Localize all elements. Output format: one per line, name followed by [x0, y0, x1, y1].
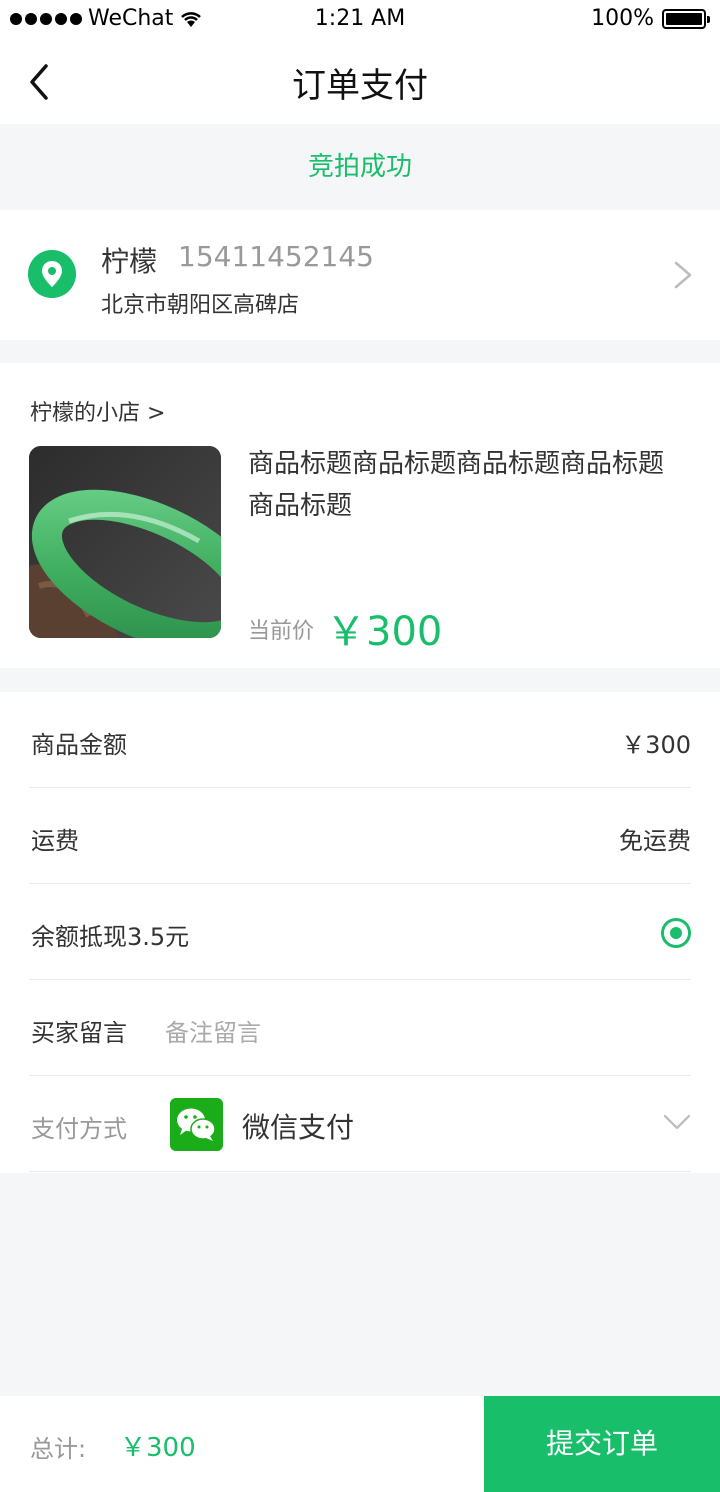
location-icon [28, 250, 76, 298]
current-price: ￥300 [326, 609, 443, 655]
battery-percent: 100% [591, 6, 654, 31]
payment-method: 微信支付 [242, 1111, 355, 1144]
shipping-value: 免运费 [619, 827, 691, 855]
amount-row: 商品金额 ￥300 [29, 692, 691, 788]
remark-input[interactable]: 备注留言 [165, 1013, 261, 1048]
shipping-label: 运费 [31, 827, 79, 855]
status-right: 100% [591, 6, 710, 31]
payment-row[interactable]: 支付方式 微信支付 [29, 1076, 691, 1172]
remark-label: 买家留言 [31, 1019, 127, 1047]
amount-label: 商品金额 [31, 731, 127, 759]
total-value: ￥300 [120, 1433, 196, 1463]
price-label: 当前价 [248, 619, 315, 644]
balance-radio[interactable] [661, 918, 691, 948]
recipient-name: 柠檬 [101, 245, 158, 278]
payment-label: 支付方式 [31, 1115, 127, 1143]
balance-row[interactable]: 余额抵现3.5元 [29, 884, 691, 980]
battery-icon [662, 8, 710, 29]
address-card[interactable]: 柠檬 15411452145 北京市朝阳区高碑店 [0, 210, 720, 340]
shop-link[interactable]: 柠檬的小店 > [30, 395, 165, 427]
product-card: 柠檬的小店 > 商品标题商品标题商品标题商品标题商品标题 当前价 ￥300 [0, 363, 720, 668]
nav-bar: 订单支付 [0, 40, 720, 124]
chevron-right-icon [674, 261, 692, 289]
status-bar: WeChat 1:21 AM 100% [0, 0, 720, 40]
product-image [29, 446, 221, 638]
product-title: 商品标题商品标题商品标题商品标题商品标题 [248, 449, 665, 521]
order-details: 商品金额 ￥300 运费 免运费 余额抵现3.5元 买家留言 备注留言 支付方式… [0, 692, 720, 1173]
remark-row: 买家留言 备注留言 [29, 980, 691, 1076]
total-label: 总计: [30, 1435, 87, 1463]
bottom-bar: 总计: ￥300 提交订单 [0, 1396, 720, 1492]
balance-label: 余额抵现3.5元 [31, 923, 190, 951]
recipient-address: 北京市朝阳区高碑店 [101, 293, 300, 318]
chevron-down-icon [663, 1114, 691, 1130]
submit-order-button[interactable]: 提交订单 [484, 1396, 720, 1492]
recipient-phone: 15411452145 [178, 240, 374, 273]
page-title: 订单支付 [292, 66, 428, 106]
amount-value: ￥300 [621, 731, 691, 759]
status-banner: 竞拍成功 [0, 124, 720, 210]
wechat-pay-icon [170, 1098, 223, 1151]
shipping-row: 运费 免运费 [29, 788, 691, 884]
